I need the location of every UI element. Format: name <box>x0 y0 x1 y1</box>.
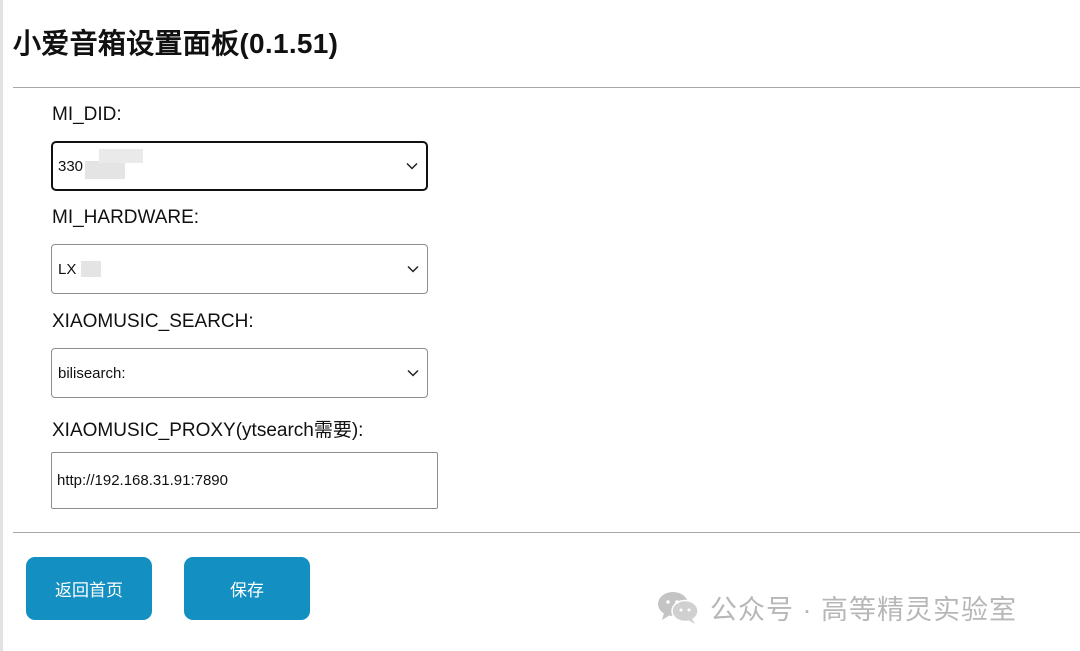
mi-hardware-value: LX <box>58 260 77 278</box>
back-home-button[interactable]: 返回首页 <box>26 557 152 620</box>
chevron-down-icon <box>407 265 419 273</box>
xiaomusic-search-value: bilisearch: <box>58 364 126 382</box>
chevron-down-icon <box>406 162 418 170</box>
mi-did-select[interactable]: 330 <box>51 141 428 191</box>
mi-did-redaction <box>85 149 145 181</box>
page-title: 小爱音箱设置面板(0.1.51) <box>13 28 339 59</box>
mi-hardware-redaction <box>81 261 102 277</box>
xiaomusic-search-select[interactable]: bilisearch: <box>51 348 428 398</box>
top-divider <box>13 87 1080 88</box>
xiaomusic-proxy-label: XIAOMUSIC_PROXY(ytsearch需要): <box>52 420 364 441</box>
left-edge-border <box>0 0 3 651</box>
save-button[interactable]: 保存 <box>184 557 310 620</box>
mi-did-value: 330 <box>58 157 84 175</box>
mi-hardware-select[interactable]: LX <box>51 244 428 294</box>
mi-did-label: MI_DID: <box>52 104 122 125</box>
wechat-icon <box>658 591 699 624</box>
watermark: 公众号 · 高等精灵实验室 <box>656 588 1017 627</box>
watermark-text: 公众号 · 高等精灵实验室 <box>710 595 1017 625</box>
xiaomusic-search-label: XIAOMUSIC_SEARCH: <box>52 311 254 332</box>
mi-hardware-label: MI_HARDWARE: <box>52 207 200 228</box>
chevron-down-icon <box>407 369 419 377</box>
xiaomusic-proxy-input[interactable] <box>51 452 438 509</box>
bottom-divider <box>13 532 1080 533</box>
